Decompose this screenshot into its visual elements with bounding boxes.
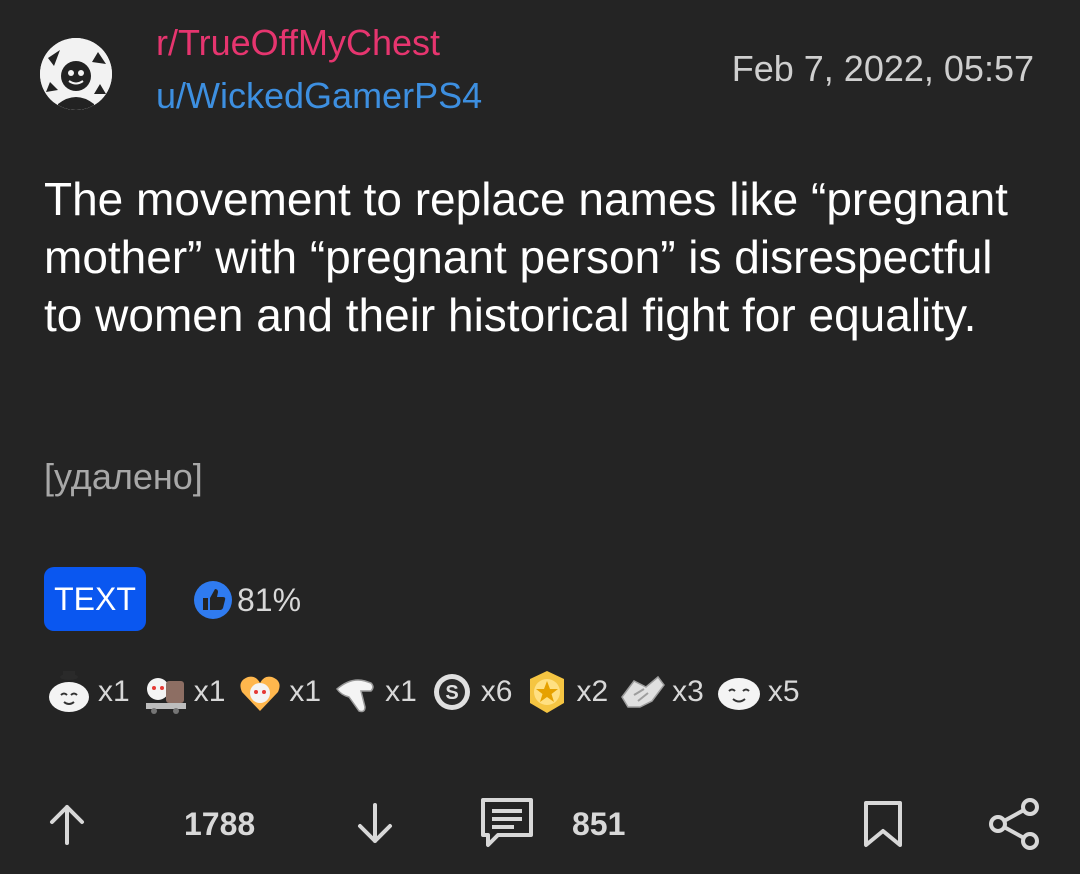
award-count: x1 [385,675,417,708]
comment-count: 851 [572,805,626,842]
award-heart-snoo[interactable]: x1 [235,667,321,717]
wholesome-seal-award-icon [49,671,89,712]
gold-award-icon [530,671,565,713]
share-button[interactable] [986,794,1042,854]
pointing-hand-award-icon [336,679,374,713]
post-title: The movement to replace names like “preg… [44,173,1008,341]
award-seal[interactable]: x5 [714,667,800,717]
award-train[interactable]: x1 [140,667,226,717]
seal-award-icon [717,678,760,710]
award-gold[interactable]: x2 [522,667,608,717]
thumbs-up-icon [194,581,232,619]
award-handshake[interactable]: x3 [618,667,704,717]
silver-award-icon: S [433,674,470,710]
award-count: x1 [98,675,130,708]
post-flair[interactable]: TEXT [44,567,146,631]
comments-button[interactable] [478,794,536,854]
save-button[interactable] [860,794,906,854]
arrow-down-icon [358,803,392,843]
upvote-button[interactable] [44,794,90,854]
post-body: [удалено] [44,456,203,497]
award-count: x2 [576,675,609,708]
award-count: x5 [767,675,800,708]
author-link[interactable]: u/WickedGamerPS4 [156,75,482,117]
subreddit-avatar[interactable] [40,38,112,110]
award-count: x6 [480,675,513,708]
award-wholesome[interactable]: x1 [44,667,130,717]
share-icon [989,798,1039,850]
award-silver[interactable]: S x6 [427,667,513,717]
svg-text:S: S [445,682,458,704]
award-count: x3 [672,675,704,708]
award-count: x1 [289,675,322,708]
bookmark-icon [864,801,902,847]
award-pointing-hand[interactable]: x1 [331,667,417,717]
upvote-ratio-value: 81% [237,581,302,618]
award-count: x1 [193,675,226,708]
post-score: 1788 [184,805,256,842]
downvote-button[interactable] [352,794,398,854]
subreddit-link[interactable]: r/TrueOffMyChest [156,22,440,64]
upvote-ratio: 81% [193,580,301,620]
train-award-icon [145,678,186,714]
awards-row: x1 x1 x1 x1 S x6 x2 x3 x5 [44,664,810,720]
post-date: Feb 7, 2022, 05:57 [731,48,1034,89]
heart-snoo-award-icon [240,676,280,711]
arrow-up-icon [50,805,84,845]
handshake-award-icon [621,675,666,708]
comment-icon [481,798,533,847]
